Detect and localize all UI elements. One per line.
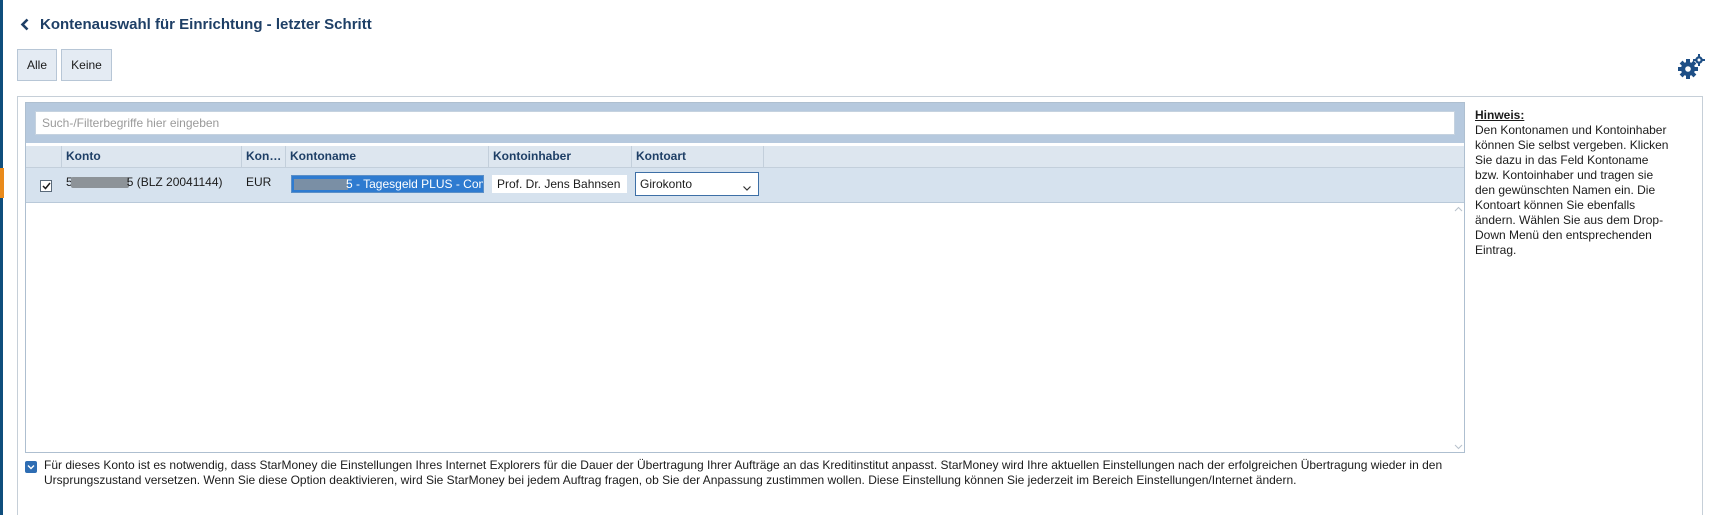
account-type-value: Girokonto: [640, 177, 693, 191]
vertical-scrollbar[interactable]: [1453, 203, 1464, 453]
account-name-text: 5 - Tagesgeld PLUS - Comm: [346, 177, 484, 191]
column-kontoname[interactable]: Kontoname: [286, 146, 489, 167]
ie-settings-checkbox[interactable]: [25, 461, 37, 473]
table-row[interactable]: 55 (BLZ 20041144) EUR 5 - Tagesgeld PLUS…: [26, 168, 1464, 203]
accounts-grid: Konto Kont… Kontoname Kontoinhaber Konto…: [25, 102, 1465, 453]
hint-text: Den Kontonamen und Kontoinhaber können S…: [1475, 123, 1669, 257]
select-none-button[interactable]: Keine: [61, 49, 112, 81]
window-left-edge: [0, 0, 3, 515]
column-konto[interactable]: Konto: [62, 146, 242, 167]
masked-account-name: [294, 179, 348, 191]
scroll-down-icon[interactable]: [1453, 441, 1464, 452]
scroll-up-icon[interactable]: [1453, 203, 1464, 214]
account-number-suffix: 5 (BLZ 20041144): [126, 175, 223, 189]
page-header: Kontenauswahl für Einrichtung - letzter …: [16, 12, 372, 36]
filter-bar: [26, 103, 1464, 143]
hint-panel: Hinweis: Den Kontonamen und Kontoinhaber…: [1475, 108, 1675, 258]
table-header: Konto Kont… Kontoname Kontoinhaber Konto…: [26, 146, 1464, 168]
account-name-field[interactable]: 5 - Tagesgeld PLUS - Comm: [291, 175, 484, 193]
hint-title: Hinweis:: [1475, 108, 1525, 122]
gears-icon[interactable]: [1677, 54, 1705, 80]
column-kontoinhaber[interactable]: Kontoinhaber: [489, 146, 632, 167]
ie-settings-notice: Für dieses Konto ist es notwendig, dass …: [44, 458, 1443, 487]
chevron-down-icon: [742, 178, 752, 191]
select-all-button[interactable]: Alle: [17, 49, 57, 81]
account-currency: EUR: [246, 175, 272, 189]
account-number: 55 (BLZ 20041144): [66, 175, 223, 189]
search-input[interactable]: [35, 111, 1455, 135]
window-edge-accent: [0, 168, 4, 198]
column-kontoart[interactable]: Kontoart: [632, 146, 764, 167]
row-checkbox[interactable]: [40, 180, 52, 192]
column-currency[interactable]: Kont…: [242, 146, 286, 167]
account-owner-field[interactable]: Prof. Dr. Jens Bahnsen: [492, 175, 627, 193]
chevron-left-icon[interactable]: [16, 14, 32, 34]
header-checkbox-column: [26, 146, 62, 167]
account-type-select[interactable]: Girokonto: [635, 172, 759, 196]
page-title: Kontenauswahl für Einrichtung - letzter …: [40, 15, 372, 33]
masked-account-number: [70, 177, 129, 189]
